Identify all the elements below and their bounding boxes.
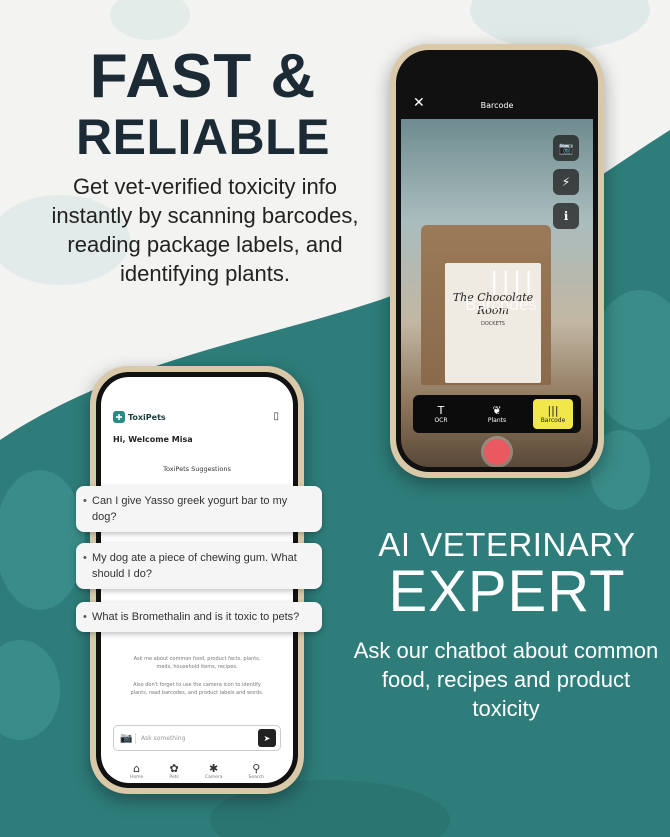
bug-icon: ✱ — [209, 762, 219, 775]
nav-home[interactable]: ⌂ Home — [130, 762, 143, 781]
suggestion-bubble[interactable]: What is Bromethalin and is it toxic to p… — [76, 602, 322, 632]
chat-input-bar: 📷 Ask something ➤ — [113, 725, 281, 751]
nav-search[interactable]: ⚲ Search — [249, 762, 264, 781]
send-icon[interactable]: ➤ — [258, 729, 276, 747]
disclaimer-1: Ask me about common food, product facts,… — [133, 656, 261, 670]
tab-ocr[interactable]: T OCR — [421, 399, 461, 429]
camera-icon[interactable]: 📷 — [118, 732, 136, 744]
camera-icon[interactable]: 📷 — [553, 135, 579, 161]
bottom-nav: ⌂ Home ✿ Pets ✱ Camera ⚲ Search — [101, 762, 293, 781]
heading-line-1: FAST & — [89, 42, 317, 111]
screen-title: Barcode — [480, 101, 514, 110]
app-logo: ✚ ToxiPets — [113, 411, 166, 423]
scan-mode-bar: T OCR ❦ Plants ||| Barcode — [413, 395, 581, 433]
ai-description: Ask our chatbot about common food, recip… — [353, 638, 659, 721]
home-icon: ⌂ — [133, 762, 141, 775]
barcode-icon: |||| — [487, 267, 536, 295]
chat-input[interactable]: Ask something — [141, 735, 258, 742]
flash-icon[interactable]: ⚡ — [553, 169, 579, 195]
heading-line-2: RELIABLE — [76, 109, 330, 165]
fast-reliable-heading: FAST & RELIABLE — [38, 42, 368, 165]
info-icon[interactable]: ℹ — [553, 203, 579, 229]
features-description: Get vet-verified toxicity info instantly… — [51, 174, 359, 286]
paw-icon: ✿ — [169, 762, 179, 775]
paw-icon: ✚ — [113, 411, 125, 423]
bookmark-icon[interactable]: ▯ — [273, 411, 279, 422]
barcode-screen: ✕ Barcode 📷 ⚡ ℹ The Chocolate Room DOCKE… — [401, 55, 593, 467]
welcome-text: Hi, Welcome Misa — [113, 435, 193, 444]
ai-expert-heading: AI VETERINARY EXPERT — [362, 528, 652, 621]
barcode-phone-mockup: ✕ Barcode 📷 ⚡ ℹ The Chocolate Room DOCKE… — [390, 44, 604, 478]
suggestion-bubble[interactable]: Can I give Yasso greek yogurt bar to my … — [76, 486, 322, 532]
promo-canvas: FAST & RELIABLE Get vet-verified toxicit… — [0, 0, 670, 837]
ai-heading-line-2: EXPERT — [388, 559, 626, 624]
suggestions-title: ToxiPets Suggestions — [163, 465, 231, 473]
scan-overlay-label: Barcodes — [465, 295, 537, 314]
barcode-icon: ||| — [547, 403, 559, 417]
text-icon: T — [437, 403, 445, 417]
disclaimer-2: Also don't forget to use the camera icon… — [130, 682, 264, 696]
search-icon: ⚲ — [252, 762, 261, 775]
suggestion-bubble[interactable]: My dog ate a piece of chewing gum. What … — [76, 543, 322, 589]
shutter-button[interactable] — [484, 439, 510, 465]
tab-barcode[interactable]: ||| Barcode — [533, 399, 573, 429]
tab-plants[interactable]: ❦ Plants — [477, 399, 517, 429]
leaf-icon: ❦ — [492, 403, 502, 417]
ai-heading-line-1: AI VETERINARY — [378, 526, 636, 563]
nav-pets[interactable]: ✿ Pets — [169, 762, 179, 781]
nav-camera[interactable]: ✱ Camera — [205, 762, 223, 781]
